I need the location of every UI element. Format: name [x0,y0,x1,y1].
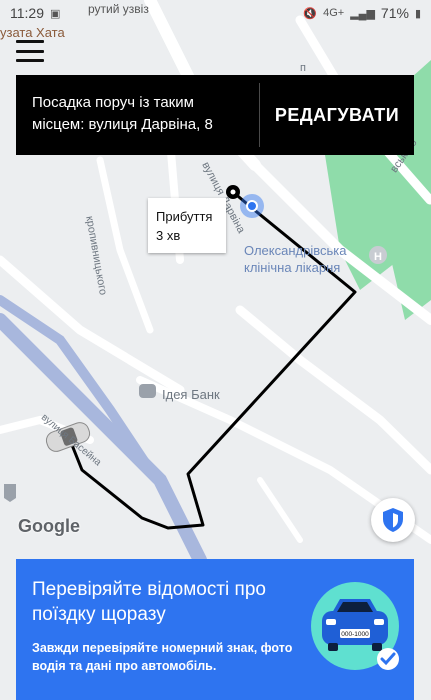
notification-icon: ▣ [50,7,61,20]
license-plate: 000-1000 [341,631,369,638]
pickup-banner: Посадка поруч із таким місцем: вулиця Да… [16,75,414,155]
info-card-title: Перевіряйте відомості про поїздку щоразу [32,579,266,625]
arrival-time-card: Прибуття 3 хв [148,198,226,253]
map-label-right-street-mid: п [300,62,306,74]
signal-icon: ▂▄▆ [350,7,375,20]
battery-percent: 71% [380,5,409,21]
hamburger-icon[interactable] [16,40,44,62]
map-label-bank: Ідея Банк [162,387,220,402]
google-logo: Google [18,516,80,536]
mute-icon: 🔇 [303,7,318,20]
edit-pickup-button[interactable]: РЕДАГУВАТИ [260,75,414,155]
map-label-top-left-place: узата Хата [0,25,65,40]
info-card-body: Завжди перевіряйте номерний знак, фото в… [32,641,293,673]
pickup-location-text: Посадка поруч із таким місцем: вулиця Да… [32,94,213,133]
battery-icon: ▮ [414,7,421,20]
svg-text:H: H [374,251,382,263]
arrival-time: 3 хв [156,228,181,243]
safety-shield-button[interactable] [371,498,415,542]
status-time: 11:29 [10,5,44,21]
car-check-illustration: 000-1000 [311,582,399,670]
shield-icon [383,508,403,532]
bank-pin-icon [139,384,156,398]
network-type: 4G+ [323,7,345,19]
map-label-hospital: Олександрівська клінічна лікарня [244,243,347,275]
arrival-label: Прибуття [156,209,213,224]
pickup-dot [246,200,258,212]
trip-safety-card[interactable]: Перевіряйте відомості про поїздку щоразу… [16,559,414,700]
status-bar: 11:29 ▣ 🔇 4G+ ▂▄▆ 71% ▮ [0,0,431,26]
